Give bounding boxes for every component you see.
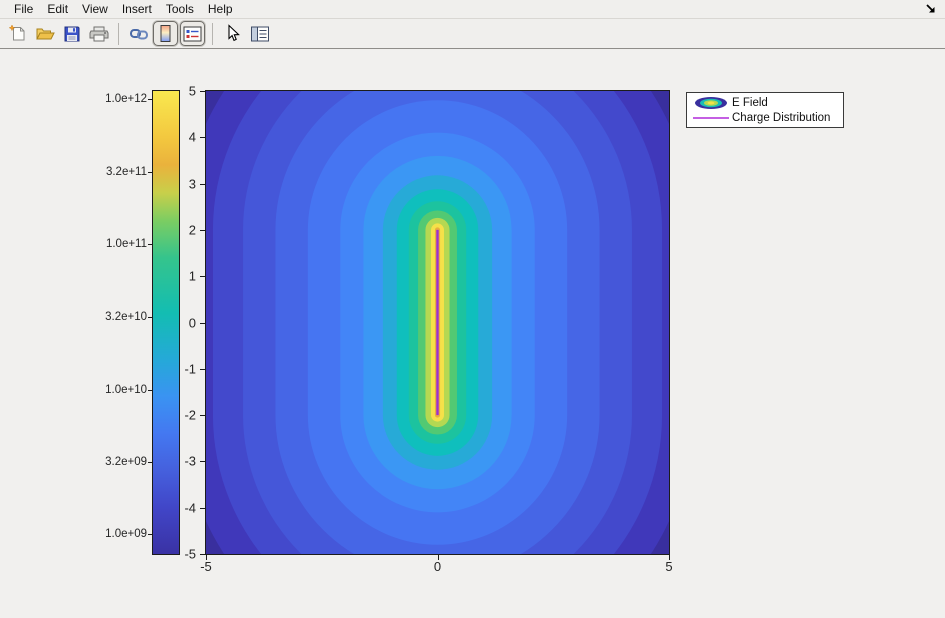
insert-colorbar-button[interactable] (153, 21, 178, 46)
legend-icon (183, 25, 202, 43)
colorbar-tick-label: 3.2e+10 (83, 311, 147, 323)
y-axis-tick-label: 4 (154, 130, 196, 145)
y-axis-tick (200, 184, 205, 185)
y-axis-tick-label: 0 (154, 315, 196, 330)
new-document-icon (8, 24, 27, 43)
figure-canvas: 1.0e+12 3.2e+11 1.0e+11 3.2e+10 1.0e+10 3.2e+… (0, 50, 945, 618)
property-panel-icon (250, 25, 270, 43)
matlab-figure-window: { "window": { "background": "#f0efed", "… (0, 0, 945, 618)
colorbar-tick-label: 3.2e+11 (83, 166, 147, 178)
plot-area[interactable]: 543210-1-2-3-4-5-505 (205, 90, 670, 555)
y-axis-tick (200, 230, 205, 231)
save-icon (63, 25, 81, 43)
y-axis-tick-label: 3 (154, 176, 196, 191)
print-figure-button[interactable] (86, 21, 111, 46)
plot-browser-button[interactable] (247, 21, 272, 46)
arrow-cursor-icon (224, 24, 241, 43)
figure-toolbar (0, 19, 945, 49)
y-axis-tick (200, 508, 205, 509)
colorbar-icon (157, 24, 174, 43)
colorbar-tick (148, 99, 152, 100)
colorbar-tick (148, 244, 152, 245)
menu-help[interactable]: Help (201, 1, 240, 18)
save-figure-button[interactable] (59, 21, 84, 46)
menu-edit[interactable]: Edit (40, 1, 75, 18)
y-axis-tick (200, 415, 205, 416)
link-plot-button[interactable] (126, 21, 151, 46)
y-axis-tick-label: -4 (154, 500, 196, 515)
open-file-button[interactable] (32, 21, 57, 46)
toolbar-separator (212, 23, 213, 45)
insert-legend-button[interactable] (180, 21, 205, 46)
colorbar-tick (148, 317, 152, 318)
colorbar-tick-label: 1.0e+10 (83, 384, 147, 396)
menu-bar: FileEditViewInsertToolsHelp (0, 0, 945, 19)
colorbar-tick (148, 172, 152, 173)
colorbar-tick-label: 1.0e+12 (83, 93, 147, 105)
legend-entry: E Field (690, 95, 840, 110)
y-axis-tick (200, 323, 205, 324)
x-axis-tick-label: -5 (186, 559, 226, 574)
y-axis-tick (200, 461, 205, 462)
printer-icon (89, 25, 109, 43)
colorbar-tick (148, 534, 152, 535)
y-axis-tick (200, 369, 205, 370)
legend-label: Charge Distribution (732, 112, 830, 124)
menu-view[interactable]: View (75, 1, 115, 18)
menu-tools[interactable]: Tools (159, 1, 201, 18)
legend-line-sample (693, 117, 729, 119)
y-axis-tick (200, 554, 205, 555)
link-icon (129, 25, 149, 43)
contour-plot (206, 91, 669, 554)
y-axis-tick-label: -2 (154, 408, 196, 423)
legend-label: E Field (732, 97, 768, 109)
colorbar-tick-label: 1.0e+11 (83, 238, 147, 250)
colorbar-tick-label: 3.2e+09 (83, 456, 147, 468)
y-axis-tick (200, 276, 205, 277)
dock-figure-arrow-icon[interactable] (924, 2, 938, 16)
menu-insert[interactable]: Insert (115, 1, 159, 18)
y-axis-tick-label: -1 (154, 361, 196, 376)
edit-plot-button[interactable] (220, 21, 245, 46)
new-figure-button[interactable] (5, 21, 30, 46)
legend-entry: Charge Distribution (690, 110, 840, 125)
magenta-line-icon (690, 117, 732, 119)
contour-ellipses-icon (690, 96, 732, 110)
colorbar-tick-label: 1.0e+09 (83, 528, 147, 540)
y-axis-tick-label: -3 (154, 454, 196, 469)
menu-file[interactable]: File (7, 1, 40, 18)
x-axis-tick-label: 0 (418, 559, 458, 574)
y-axis-tick-label: 5 (154, 84, 196, 99)
y-axis-tick-label: 2 (154, 222, 196, 237)
open-folder-icon (35, 24, 55, 43)
x-axis-tick-label: 5 (649, 559, 689, 574)
y-axis-tick-label: 1 (154, 269, 196, 284)
legend[interactable]: E Field Charge Distribution (686, 92, 844, 128)
colorbar-tick (148, 390, 152, 391)
toolbar-separator (118, 23, 119, 45)
y-axis-tick (200, 91, 205, 92)
colorbar-tick (148, 462, 152, 463)
y-axis-tick (200, 137, 205, 138)
